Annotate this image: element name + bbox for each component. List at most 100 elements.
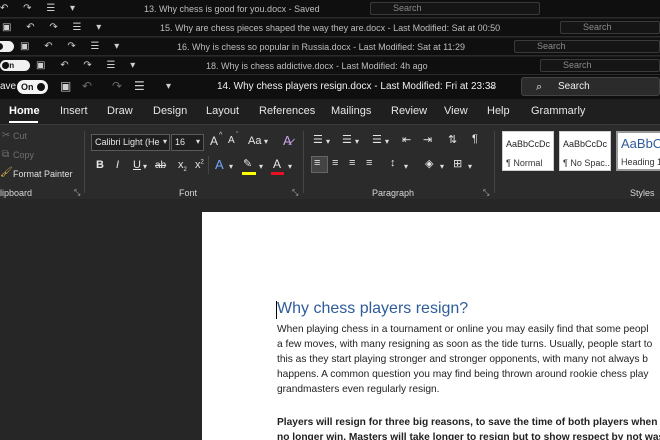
tab-draw[interactable]: Draw [107, 105, 133, 117]
paragraph-launcher-icon[interactable]: ⤡ [483, 188, 489, 198]
shrink-font-button[interactable]: A [228, 135, 235, 146]
change-case-button[interactable]: Aa [248, 135, 261, 147]
chevron-down-icon[interactable]: ▾ [440, 162, 444, 171]
borders-icon[interactable]: ⊞ [453, 157, 462, 170]
style-heading-1[interactable]: AaBbC Heading 1 [616, 131, 660, 171]
shading-icon[interactable]: ◈ [425, 157, 433, 170]
grow-font-button[interactable]: A [210, 134, 218, 148]
title-bar: ave On ▣ ↶ ↷ ☰ ▾ 14. Why chess players r… [0, 75, 660, 99]
chevron-down-icon[interactable]: ▾ [229, 162, 233, 171]
chevron-down-icon[interactable]: ▾ [404, 162, 408, 171]
document-page[interactable]: Why chess players resign? When playing c… [202, 212, 660, 440]
chevron-down-icon[interactable]: ▾ [143, 162, 147, 171]
background-search[interactable]: Search [514, 40, 660, 53]
body-line[interactable]: no longer win. Masters will take longer … [277, 432, 660, 440]
paragraph-group-label: Paragraph [372, 188, 415, 198]
tab-insert[interactable]: Insert [60, 105, 88, 117]
redo-icon[interactable]: ↷ [112, 79, 122, 93]
quick-access-icons: ↶ ↷ ☰ ▾ [0, 3, 82, 14]
tab-design[interactable]: Design [153, 105, 187, 117]
chevron-down-icon[interactable]: ▾ [163, 137, 167, 146]
undo-icon[interactable]: ↶ [82, 79, 92, 93]
background-search[interactable]: Search [560, 21, 660, 34]
background-search[interactable]: Search [370, 2, 540, 15]
shrink-font-caret-icon: ˇ [236, 132, 239, 139]
numbering-icon[interactable]: ☰ [342, 133, 352, 146]
body-line[interactable]: grandmasters even regularly resign. [277, 384, 440, 395]
subscript-button[interactable]: x2 [178, 159, 187, 173]
body-line[interactable]: happens. A common question you may find … [277, 369, 649, 380]
body-line[interactable]: this as they start playing stronger and … [277, 354, 648, 365]
underline-button[interactable]: U [133, 159, 141, 171]
customize-icon[interactable]: ☰ [134, 79, 145, 93]
format-painter-button[interactable]: Format Painter [13, 169, 73, 179]
chevron-down-icon[interactable]: ▾ [264, 137, 268, 146]
bullets-icon[interactable]: ☰ [313, 133, 323, 146]
clear-formatting-icon[interactable]: A̷ [283, 133, 292, 148]
autosave-toggle[interactable]: On [17, 80, 48, 94]
cut-button[interactable]: Cut [13, 131, 27, 141]
background-window-bar[interactable]: ↶ ↷ ☰ ▾ 13. Why chess is good for you.do… [0, 0, 660, 18]
decrease-indent-icon[interactable]: ⇤ [402, 133, 411, 146]
justify-icon[interactable]: ≡ [366, 157, 372, 169]
italic-button[interactable]: I [116, 159, 119, 171]
chevron-down-icon[interactable]: ▾ [166, 81, 171, 92]
tab-mailings[interactable]: Mailings [331, 105, 371, 117]
line-spacing-icon[interactable]: ↕ [390, 157, 396, 169]
font-launcher-icon[interactable]: ⤡ [292, 188, 298, 198]
font-name-field[interactable]: Calibri Light (He [91, 134, 170, 151]
style-sample: AaBbCcDc [563, 139, 608, 149]
document-heading[interactable]: Why chess players resign? [277, 300, 468, 318]
background-window-bar[interactable]: ▣ ↶ ↷ ☰ ▾ 15. Why are chess pieces shape… [0, 19, 660, 37]
chevron-down-icon[interactable]: ▾ [196, 137, 200, 146]
sort-icon[interactable]: ⇅ [448, 133, 457, 146]
copy-icon: ⧉ [2, 149, 10, 160]
background-window-bar[interactable]: ▣ ↶ ↷ ☰ ▾ 16. Why is chess so popular in… [0, 38, 660, 56]
multilevel-list-icon[interactable]: ☰ [372, 133, 382, 146]
tab-review[interactable]: Review [391, 105, 427, 117]
align-right-icon[interactable]: ≡ [349, 157, 355, 169]
copy-button[interactable]: Copy [13, 150, 34, 160]
style-normal[interactable]: AaBbCcDc ¶ Normal [502, 131, 554, 171]
autosave-toggle-mini[interactable]: On [0, 60, 30, 71]
font-color-icon[interactable]: A [273, 157, 281, 171]
tab-help[interactable]: Help [487, 105, 510, 117]
chevron-down-icon[interactable]: ▾ [355, 137, 359, 146]
chevron-down-icon[interactable]: ⌄ [488, 81, 496, 92]
document-title: 14. Why chess players resign.docx - Last… [217, 81, 497, 92]
text-effects-icon[interactable]: A [215, 157, 224, 172]
background-window-bar[interactable]: On ▣ ↶ ↷ ☰ ▾ 18. Why is chess addictive.… [0, 57, 660, 75]
quick-access-icons: ▣ ↶ ↷ ☰ ▾ [20, 41, 126, 52]
tab-references[interactable]: References [259, 105, 315, 117]
chevron-down-icon[interactable]: ▾ [259, 162, 263, 171]
body-line[interactable]: Players will resign for three big reason… [277, 417, 660, 428]
tab-view[interactable]: View [444, 105, 468, 117]
group-divider [494, 131, 495, 193]
autosave-toggle-mini[interactable] [0, 41, 14, 52]
body-line[interactable]: When playing chess in a tournament or on… [277, 324, 649, 335]
tab-layout[interactable]: Layout [206, 105, 239, 117]
chevron-down-icon[interactable]: ▾ [385, 137, 389, 146]
body-line[interactable]: a few moves, with many resigning as soon… [277, 339, 652, 350]
show-marks-icon[interactable]: ¶ [472, 133, 478, 145]
save-icon[interactable]: ▣ [60, 79, 71, 93]
tab-home[interactable]: Home [9, 105, 40, 117]
highlight-icon[interactable]: ✎ [243, 157, 252, 170]
chevron-down-icon[interactable]: ▾ [288, 162, 292, 171]
chevron-down-icon[interactable]: ▾ [326, 137, 330, 146]
search-icon: ⌕ [536, 81, 543, 93]
background-window-title: 13. Why chess is good for you.docx - Sav… [144, 4, 320, 14]
tab-grammarly[interactable]: Grammarly [531, 105, 585, 117]
chevron-down-icon[interactable]: ▾ [468, 162, 472, 171]
increase-indent-icon[interactable]: ⇥ [423, 133, 432, 146]
strikethrough-button[interactable]: ab [155, 160, 166, 171]
align-center-icon[interactable]: ≡ [332, 157, 338, 169]
style-name: ¶ No Spac... [563, 158, 611, 168]
font-size-value: 16 [175, 137, 186, 147]
clipboard-launcher-icon[interactable]: ⤡ [74, 188, 80, 198]
bold-button[interactable]: B [96, 159, 104, 171]
search-box[interactable]: ⌕ Search [521, 77, 660, 96]
superscript-button[interactable]: x2 [195, 159, 204, 171]
style-no-spacing[interactable]: AaBbCcDc ¶ No Spac... [559, 131, 611, 171]
background-search[interactable]: Search [540, 59, 660, 72]
